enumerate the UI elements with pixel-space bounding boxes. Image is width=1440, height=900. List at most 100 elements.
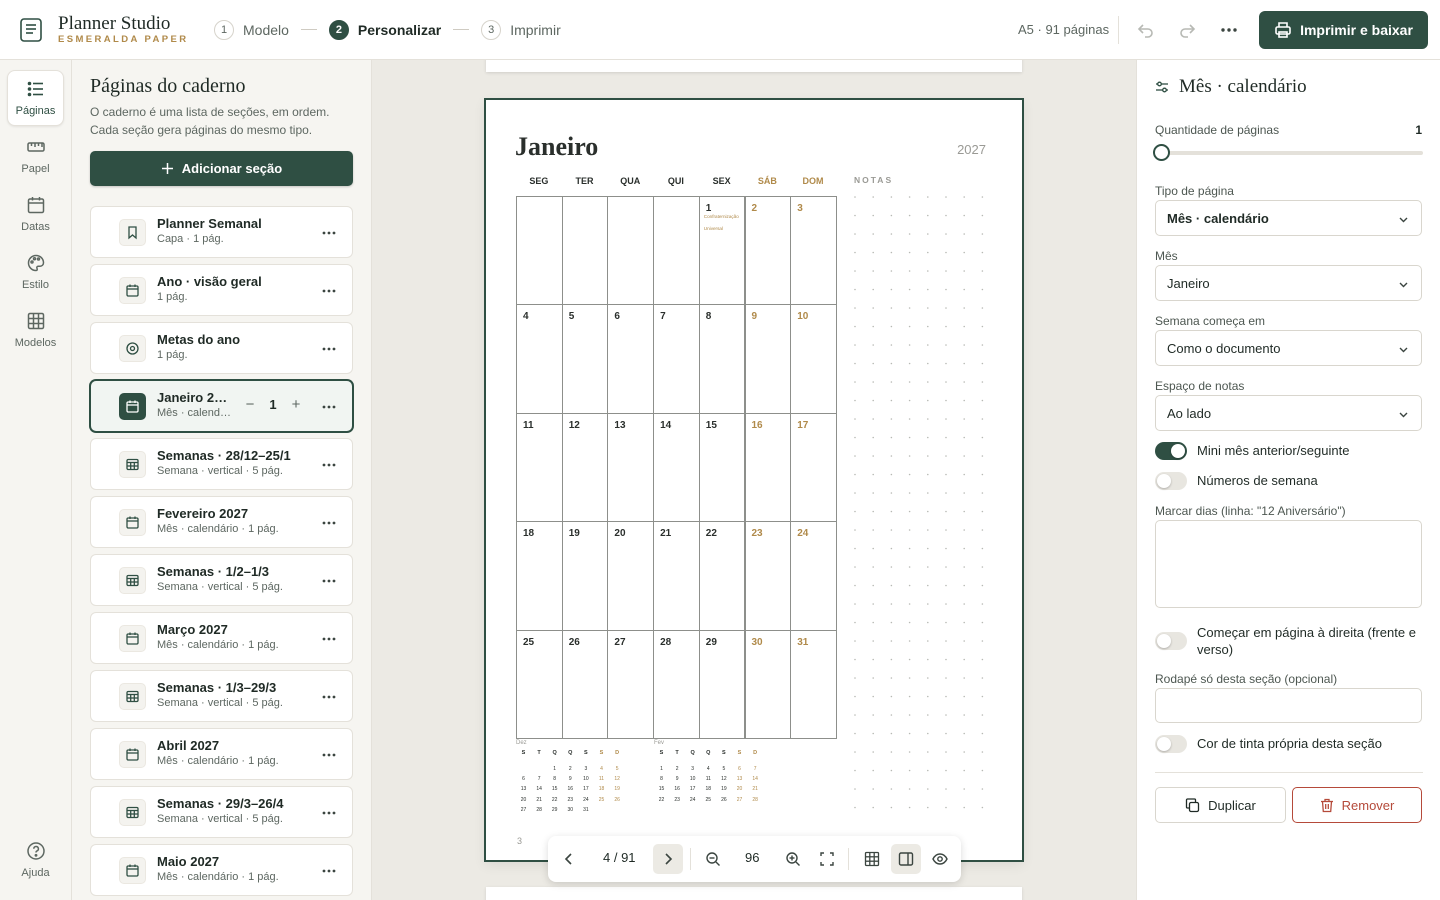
more-icon[interactable] <box>320 688 338 706</box>
decrement-button[interactable]: − <box>239 396 261 413</box>
add-section-button[interactable]: Adicionar seção <box>90 151 353 186</box>
day-cell[interactable]: 13 <box>607 412 655 523</box>
notes-space-select[interactable]: Ao lado <box>1155 395 1422 431</box>
more-icon[interactable] <box>320 804 338 822</box>
day-cell[interactable]: 28 <box>653 629 700 739</box>
more-icon[interactable] <box>320 456 338 474</box>
week-numbers-toggle[interactable] <box>1155 472 1187 490</box>
month-select[interactable]: Janeiro <box>1155 265 1422 301</box>
day-cell[interactable]: 16 <box>744 412 792 523</box>
section-item[interactable]: Ano · visão geral 1 pág. <box>90 264 353 316</box>
section-item[interactable]: Janeiro 2027 Mês · calendário −1 + <box>90 380 353 432</box>
single-page-view-button[interactable] <box>891 844 921 874</box>
day-cell[interactable]: 9 <box>744 304 792 414</box>
section-footer-input[interactable] <box>1155 688 1422 723</box>
rail-item-estilo[interactable]: Estilo <box>7 244 64 300</box>
day-cell[interactable]: 5 <box>561 304 609 414</box>
day-cell[interactable]: 31 <box>790 629 837 739</box>
day-cell[interactable] <box>607 196 655 306</box>
preview-eye-button[interactable] <box>925 844 955 874</box>
next-page-preview[interactable] <box>486 887 1022 900</box>
page-quantity-slider[interactable] <box>1153 144 1423 161</box>
day-cell[interactable]: 11 <box>516 412 563 523</box>
day-cell[interactable]: 25 <box>516 629 563 739</box>
day-cell[interactable]: 29 <box>698 629 746 739</box>
section-item[interactable]: Março 2027 Mês · calendário · 1 pág. <box>90 612 353 664</box>
section-quantity-stepper[interactable]: −1 + <box>239 396 307 413</box>
step-modelo[interactable]: 1 Modelo <box>214 19 289 40</box>
day-cell[interactable]: 15 <box>698 412 746 523</box>
section-item[interactable]: Abril 2027 Mês · calendário · 1 pág. <box>90 728 353 780</box>
day-cell[interactable]: 26 <box>561 629 609 739</box>
more-icon[interactable] <box>320 282 338 300</box>
start-right-page-toggle[interactable] <box>1155 632 1187 650</box>
day-cell[interactable]: 3 <box>790 196 837 306</box>
day-cell[interactable]: 18 <box>516 521 563 631</box>
section-item[interactable]: Maio 2027 Mês · calendário · 1 pág. <box>90 844 353 896</box>
remove-button[interactable]: Remover <box>1292 787 1422 823</box>
day-cell[interactable]: 2 <box>744 196 792 306</box>
more-icon[interactable] <box>320 572 338 590</box>
step-personalizar[interactable]: 2 Personalizar <box>328 19 441 40</box>
section-item[interactable]: Planner Semanal Capa · 1 pág. <box>90 206 353 258</box>
page-type-select[interactable]: Mês · calendário <box>1155 200 1422 236</box>
rail-item-ajuda[interactable]: Ajuda <box>7 832 64 888</box>
ink-color-toggle[interactable] <box>1155 735 1187 753</box>
day-cell[interactable]: 8 <box>698 304 746 414</box>
zoom-out-button[interactable] <box>698 844 728 874</box>
day-cell[interactable]: 14 <box>653 412 700 523</box>
previous-page-preview[interactable] <box>486 60 1022 72</box>
grid-view-button[interactable] <box>857 844 887 874</box>
fit-screen-button[interactable] <box>812 844 842 874</box>
slider-thumb[interactable] <box>1153 144 1170 161</box>
redo-icon[interactable] <box>1177 20 1197 40</box>
more-icon[interactable] <box>320 630 338 648</box>
section-item[interactable]: Semanas · 1/2–1/3 Semana · vertical · 5 p… <box>90 554 353 606</box>
day-cell[interactable]: 27 <box>607 629 655 739</box>
more-icon[interactable] <box>320 862 338 880</box>
rail-item-papel[interactable]: Papel <box>7 128 64 184</box>
day-cell[interactable]: 17 <box>790 412 837 523</box>
section-item[interactable]: Semanas · 1/3–29/3 Semana · vertical · 5 … <box>90 670 353 722</box>
day-cell[interactable]: 20 <box>607 521 655 631</box>
section-item[interactable]: Metas do ano 1 pág. <box>90 322 353 374</box>
rail-item-datas[interactable]: Datas <box>7 186 64 242</box>
zoom-in-button[interactable] <box>778 844 808 874</box>
day-cell[interactable]: 22 <box>698 521 746 631</box>
day-cell[interactable]: 30 <box>744 629 792 739</box>
day-cell[interactable]: 23 <box>744 521 792 631</box>
more-icon[interactable] <box>320 398 338 416</box>
week-start-select[interactable]: Como o documento <box>1155 330 1422 366</box>
day-cell[interactable]: 6 <box>607 304 655 414</box>
day-cell[interactable]: 19 <box>561 521 609 631</box>
day-cell[interactable]: 4 <box>516 304 563 414</box>
rail-item-modelos[interactable]: Modelos <box>7 302 64 358</box>
day-cell[interactable]: 7 <box>653 304 700 414</box>
more-icon[interactable] <box>320 224 338 242</box>
section-item[interactable]: Fevereiro 2027 Mês · calendário · 1 pág. <box>90 496 353 548</box>
more-icon[interactable] <box>320 514 338 532</box>
day-cell[interactable]: 12 <box>561 412 609 523</box>
prev-page-button[interactable] <box>554 844 584 874</box>
undo-icon[interactable] <box>1136 20 1156 40</box>
more-icon[interactable] <box>1219 20 1239 40</box>
day-cell[interactable]: 10 <box>790 304 837 414</box>
mini-month-toggle[interactable] <box>1155 442 1187 460</box>
day-cell[interactable] <box>561 196 609 306</box>
day-cell[interactable] <box>516 196 563 306</box>
day-cell[interactable]: 21 <box>653 521 700 631</box>
duplicate-button[interactable]: Duplicar <box>1155 787 1286 823</box>
step-imprimir[interactable]: 3 Imprimir <box>481 19 561 40</box>
rail-item-paginas[interactable]: Páginas <box>7 70 64 126</box>
section-item[interactable]: Semanas · 29/3–26/4 Semana · vertical · 5… <box>90 786 353 838</box>
day-cell[interactable]: 24 <box>790 521 837 631</box>
day-cell[interactable]: 1 Confraternização Universal <box>698 196 746 306</box>
day-cell[interactable] <box>653 196 700 306</box>
more-icon[interactable] <box>320 340 338 358</box>
print-download-button[interactable]: Imprimir e baixar <box>1259 11 1428 49</box>
zoom-level[interactable]: 96 <box>745 850 759 865</box>
current-page-preview[interactable]: Janeiro 2027 NOTAS SEG TER QUA QUI SEX SÁB DOM… <box>485 99 1023 861</box>
more-icon[interactable] <box>320 746 338 764</box>
mark-days-textarea[interactable] <box>1155 520 1422 608</box>
section-item[interactable]: Semanas · 28/12–25/1 Semana · vertical · … <box>90 438 353 490</box>
